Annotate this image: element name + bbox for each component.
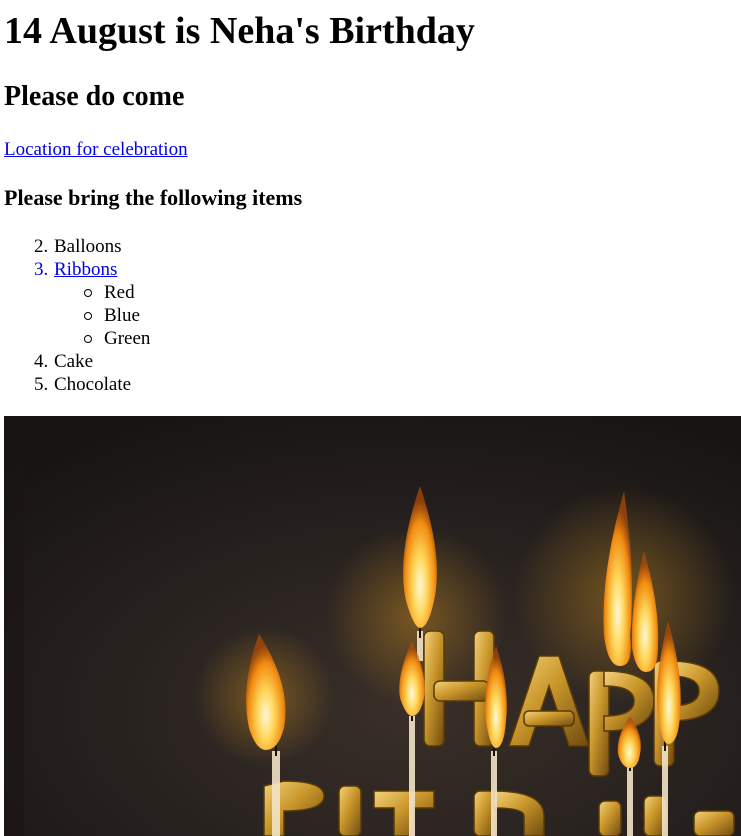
list-item-cake: 4. Cake [4,350,150,373]
circle-bullet-icon [84,312,92,320]
sub-item-green: Green [54,327,150,350]
list-number: 5. [34,374,49,395]
sub-item-label: Red [104,282,135,303]
list-label: Cake [54,351,94,372]
list-item-ribbons[interactable]: 3. Ribbons Red Blue Green [4,258,150,350]
list-label: Chocolate [54,374,132,395]
list-item-balloons: 2. Balloons [4,235,150,258]
list-label: Balloons [54,236,122,257]
circle-bullet-icon [84,289,92,297]
list-number: 2. [34,236,49,257]
sub-item-label: Green [104,328,151,349]
ribbons-link[interactable]: Ribbons [54,259,117,280]
page-title: 14 August is Neha's Birthday [4,10,475,52]
page-subtitle: Please do come [4,81,185,112]
items-heading: Please bring the following items [4,185,303,210]
sub-item-red: Red [54,281,150,304]
list-number: 3. [34,259,49,280]
list-number: 4. [34,351,49,372]
candles-image [4,416,741,836]
circle-bullet-icon [84,335,92,343]
list-item-chocolate: 5. Chocolate [4,373,150,396]
location-link[interactable]: Location for celebration [4,139,188,161]
sub-item-blue: Blue [54,304,150,327]
birthday-candles-photo [4,416,741,836]
ribbons-sublist: Red Blue Green [54,281,150,350]
sub-item-label: Blue [104,305,140,326]
items-list: 2. Balloons 3. Ribbons Red Blue Green 4.… [4,235,150,396]
